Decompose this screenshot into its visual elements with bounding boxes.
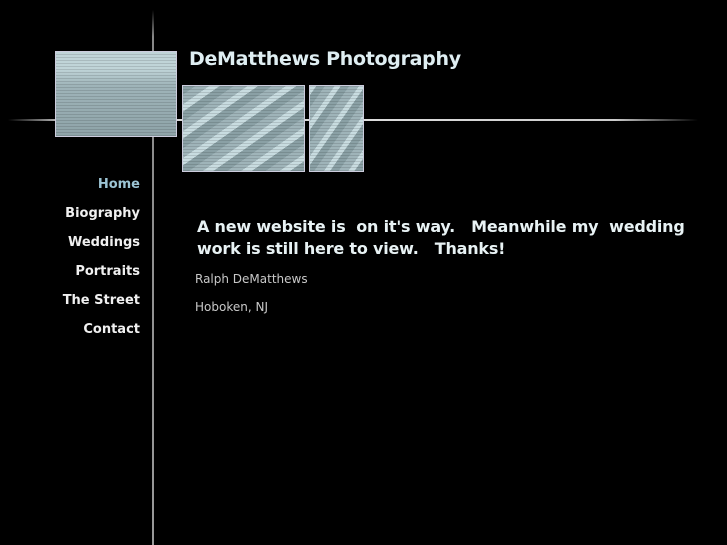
nav-item-the-street[interactable]: The Street [63,292,140,321]
header-photo-1 [55,51,177,137]
site-title: DeMatthews Photography [189,48,461,70]
nav-item-weddings[interactable]: Weddings [63,234,140,263]
nav-item-home[interactable]: Home [63,176,140,205]
announcement-text: A new website is on it's way. Meanwhile … [197,217,690,258]
nav-item-portraits[interactable]: Portraits [63,263,140,292]
nav-item-contact[interactable]: Contact [63,321,140,350]
header-photo-2 [182,85,305,172]
header-photo-3 [309,85,364,172]
owner-name: Ralph DeMatthews [195,272,308,286]
nav-item-biography[interactable]: Biography [63,205,140,234]
owner-location: Hoboken, NJ [195,300,268,314]
main-content: A new website is on it's way. Meanwhile … [197,216,717,260]
main-nav: Home Biography Weddings Portraits The St… [63,176,140,350]
